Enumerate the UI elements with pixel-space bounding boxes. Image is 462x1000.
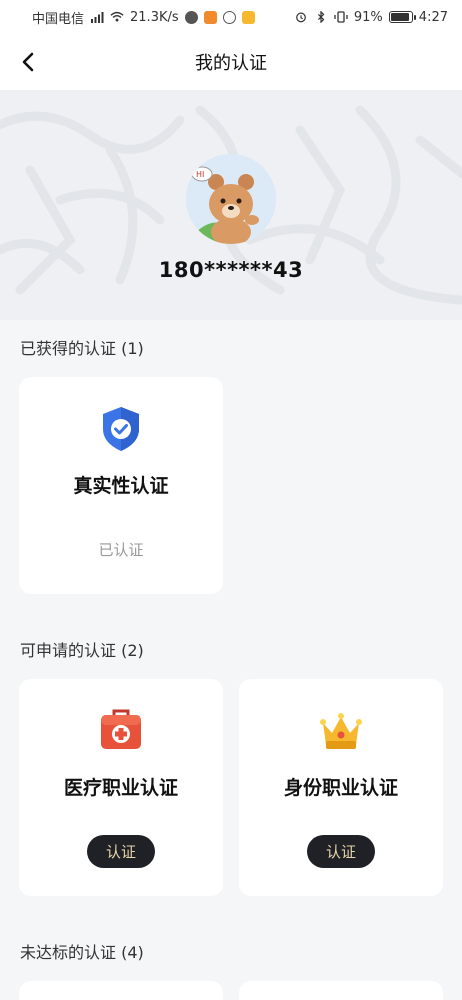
section-title-unmet: 未达标的认证 (4) [20, 943, 144, 962]
back-button[interactable] [14, 48, 42, 76]
vibrate-icon [334, 11, 348, 23]
bear-avatar-icon: HI [186, 154, 276, 244]
card-unmet-1[interactable] [19, 981, 223, 1000]
user-phone: 180******43 [158, 258, 304, 282]
identity-certify-button[interactable]: 认证 [307, 835, 375, 868]
certification-page: 中国电信 21.3K/s 91% 4:27 我的认证 HI 180******4… [0, 0, 462, 1000]
medical-certify-button[interactable]: 认证 [87, 835, 155, 868]
app-icon-2 [203, 10, 217, 24]
card-authenticity[interactable]: 真实性认证 已认证 [19, 377, 223, 594]
card-unmet-2[interactable] [239, 981, 443, 1000]
card-medical-name: 医疗职业认证 [63, 777, 178, 799]
card-identity-name: 身份职业认证 [283, 777, 398, 799]
card-medical[interactable]: 医疗职业认证 认证 [19, 679, 223, 896]
wifi-icon [110, 11, 124, 22]
app-icon-1 [184, 10, 198, 24]
bluetooth-icon [317, 11, 325, 23]
card-identity[interactable]: 身份职业认证 认证 [239, 679, 443, 896]
shield-check-icon [103, 407, 139, 451]
chevron-left-icon [22, 52, 34, 72]
battery-percent: 91% [353, 9, 383, 25]
crown-icon [320, 713, 362, 749]
svg-text:HI: HI [196, 170, 204, 179]
signal-icon [91, 12, 104, 23]
user-avatar[interactable]: HI [186, 154, 276, 244]
battery-icon [388, 11, 416, 23]
clock: 4:27 [418, 9, 448, 25]
section-title-available: 可申请的认证 (2) [20, 641, 144, 660]
page-title: 我的认证 [195, 53, 267, 74]
medical-kit-icon [101, 709, 141, 749]
card-authenticity-status: 已认证 [98, 541, 144, 559]
app-icon-3 [222, 10, 236, 24]
nav-bar: 我的认证 [0, 34, 462, 90]
network-speed: 21.3K/s [130, 9, 179, 25]
status-bar: 中国电信 21.3K/s 91% 4:27 [0, 0, 462, 34]
card-authenticity-name: 真实性认证 [73, 475, 169, 497]
alarm-icon [296, 12, 306, 23]
app-icon-4 [241, 10, 255, 24]
section-title-obtained: 已获得的认证 (1) [20, 339, 144, 358]
carrier-label: 中国电信 [32, 11, 85, 27]
